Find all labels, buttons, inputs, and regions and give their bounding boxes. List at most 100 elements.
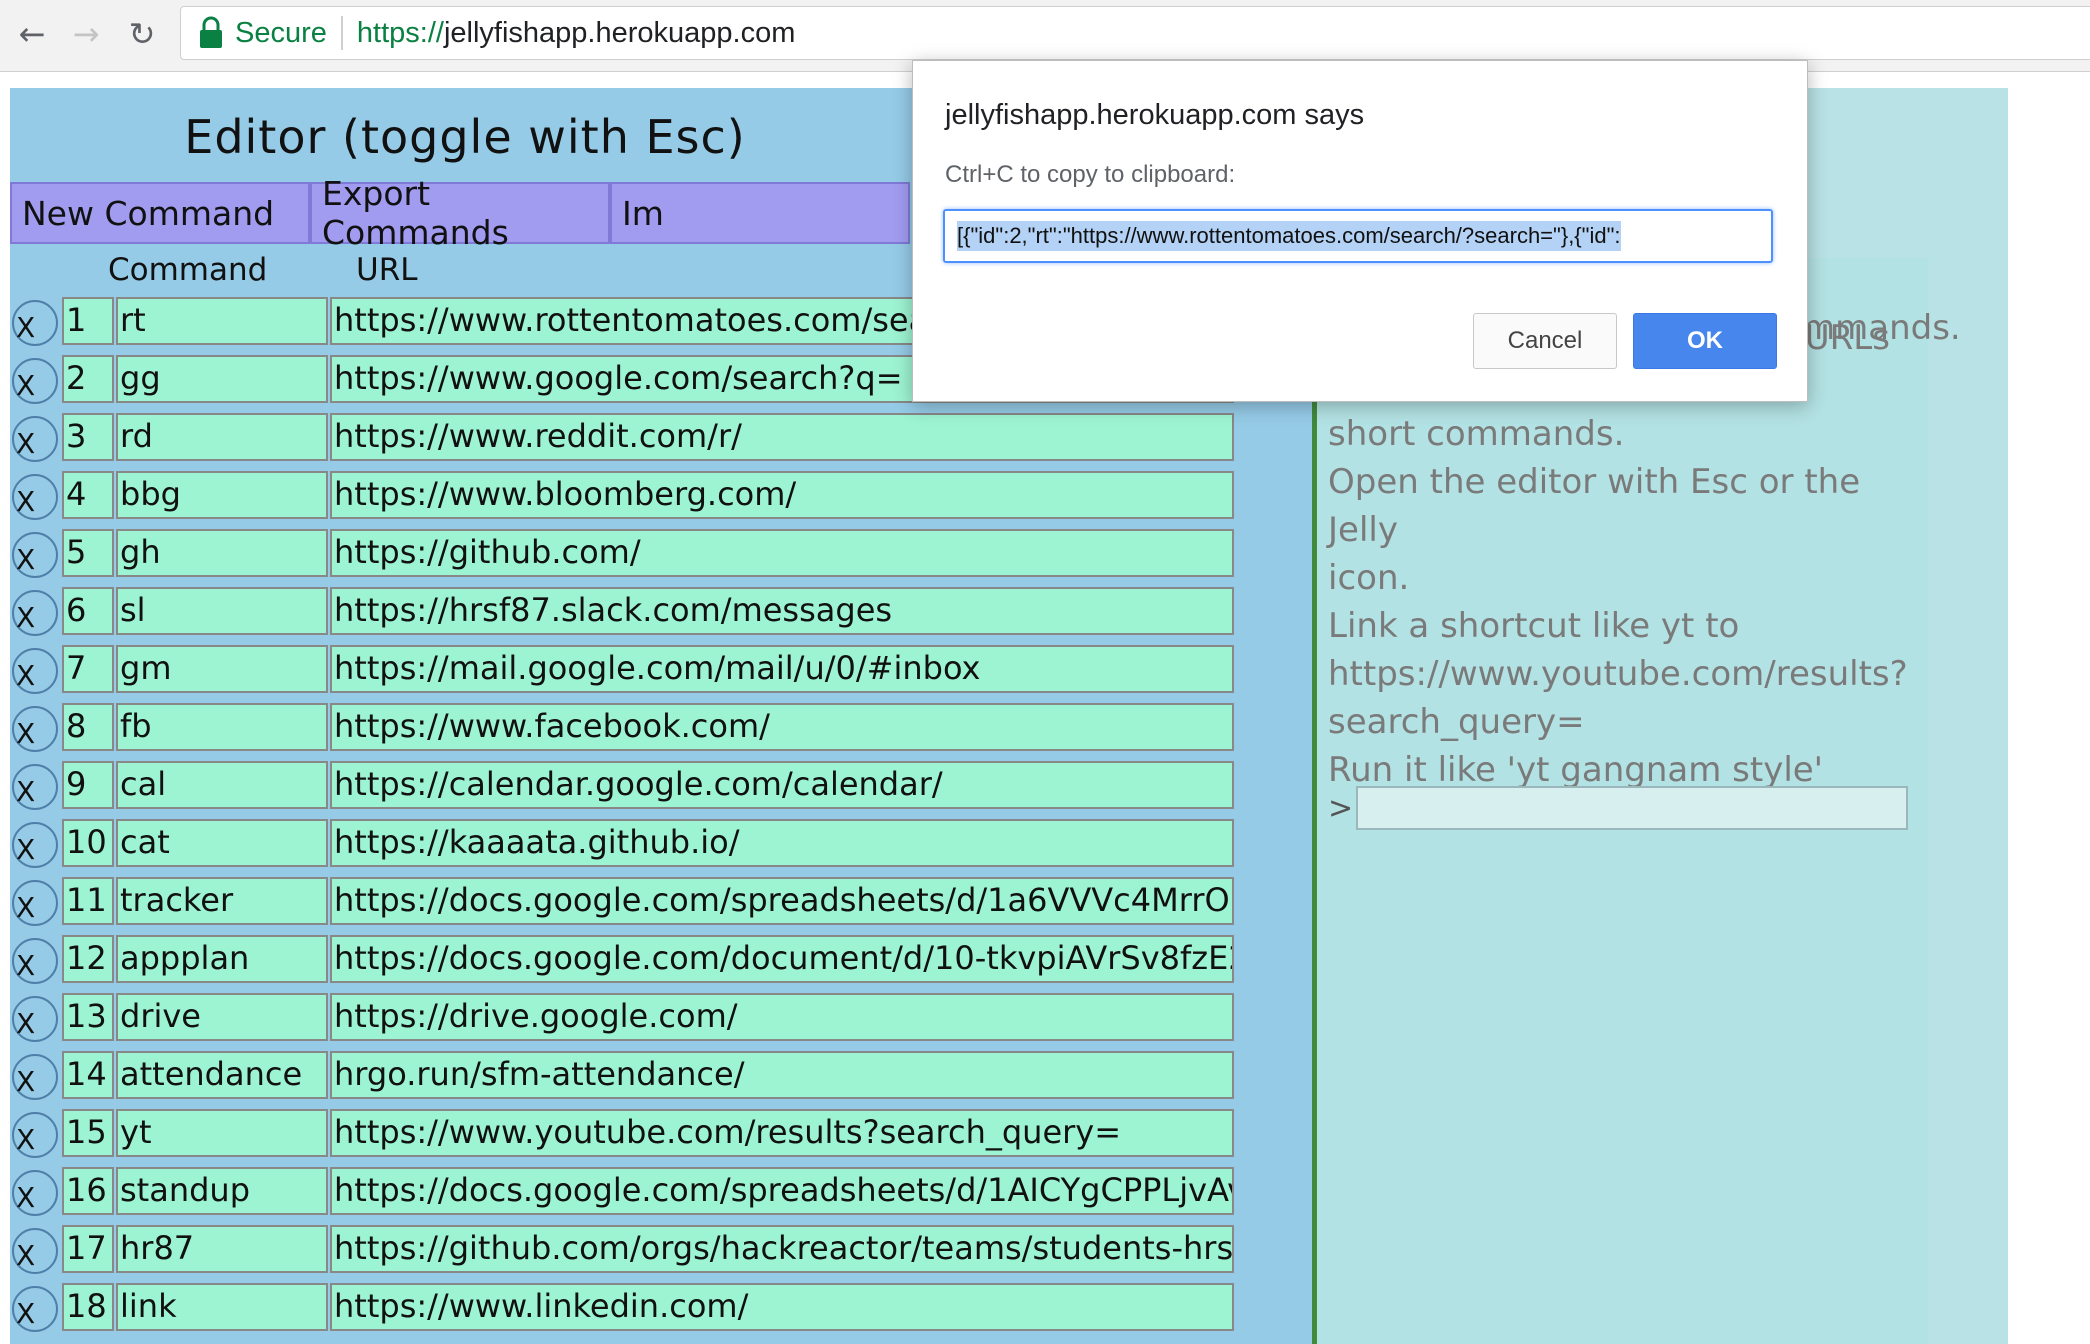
command-id: 18 xyxy=(62,1283,114,1331)
command-name-field[interactable]: link xyxy=(116,1283,328,1331)
delete-command-button[interactable]: X xyxy=(12,416,58,462)
prompt-dialog: jellyfishapp.herokuapp.com says Ctrl+C t… xyxy=(912,60,1808,402)
command-name-field[interactable]: appplan xyxy=(116,935,328,983)
address-separator xyxy=(340,16,343,50)
delete-command-button[interactable]: X xyxy=(12,1054,58,1100)
command-row: X 10 cat https://kaaaata.github.io/ xyxy=(10,816,1235,874)
address-bar[interactable]: Secure https:// jellyfishapp.herokuapp.c… xyxy=(180,6,2090,60)
delete-command-button[interactable]: X xyxy=(12,300,58,346)
command-id: 17 xyxy=(62,1225,114,1273)
secure-label: Secure xyxy=(235,16,327,49)
delete-command-button[interactable]: X xyxy=(12,822,58,868)
panel-divider xyxy=(1312,330,1317,1344)
command-name-field[interactable]: drive xyxy=(116,993,328,1041)
command-url-field[interactable]: https://www.reddit.com/r/ xyxy=(330,413,1234,461)
command-name-field[interactable]: rt xyxy=(116,297,328,345)
delete-command-button[interactable]: X xyxy=(12,1170,58,1216)
command-id: 10 xyxy=(62,819,114,867)
ok-button[interactable]: OK xyxy=(1633,313,1777,369)
command-url-field[interactable]: https://www.facebook.com/ xyxy=(330,703,1234,751)
help-line: search_query= xyxy=(1328,702,1585,742)
command-id: 16 xyxy=(62,1167,114,1215)
forward-icon[interactable]: → xyxy=(66,14,106,54)
command-id: 3 xyxy=(62,413,114,461)
command-prompt: > xyxy=(1328,786,1908,830)
command-name-field[interactable]: tracker xyxy=(116,877,328,925)
help-panel: mmands. With Jelly, you can link web URL… xyxy=(1318,258,1961,1344)
dialog-text-field[interactable]: [{"id":2,"rt":"https://www.rottentomatoe… xyxy=(943,209,1773,263)
delete-command-button[interactable]: X xyxy=(12,1228,58,1274)
delete-command-button[interactable]: X xyxy=(12,474,58,520)
command-name-field[interactable]: cal xyxy=(116,761,328,809)
prompt-symbol: > xyxy=(1328,790,1354,826)
command-list: X 1 rt https://www.rottentomatoes.com/searc… xyxy=(10,294,1235,1338)
command-name-field[interactable]: gg xyxy=(116,355,328,403)
command-row: X 16 standup https://docs.google.com/spread… xyxy=(10,1164,1235,1222)
delete-command-button[interactable]: X xyxy=(12,880,58,926)
command-name-field[interactable]: fb xyxy=(116,703,328,751)
back-icon[interactable]: ← xyxy=(12,14,52,54)
command-row: X 13 drive https://drive.google.com/ xyxy=(10,990,1235,1048)
new-command-button[interactable]: New Command xyxy=(10,182,310,244)
delete-command-button[interactable]: X xyxy=(12,706,58,752)
command-url-field[interactable]: https://mail.google.com/mail/u/0/#inbox xyxy=(330,645,1234,693)
reload-icon[interactable]: ↻ xyxy=(122,14,162,54)
command-name-field[interactable]: bbg xyxy=(116,471,328,519)
command-url-field[interactable]: https://docs.google.com/spreadsheets/d/1… xyxy=(330,1167,1234,1215)
command-row: X 3rd https://www.reddit.com/r/ xyxy=(10,410,1235,468)
command-url-field[interactable]: hrgo.run/sfm-attendance/ xyxy=(330,1051,1234,1099)
command-row: X 14 attendance hrgo.run/sfm-attendance/ xyxy=(10,1048,1235,1106)
command-row: X 5 gh https://github.com/ xyxy=(10,526,1235,584)
command-name-field[interactable]: gh xyxy=(116,529,328,577)
delete-command-button[interactable]: X xyxy=(12,1112,58,1158)
command-name-field[interactable]: rd xyxy=(116,413,328,461)
command-row: X 15 yt https://www.youtube.com/results?sea… xyxy=(10,1106,1235,1164)
command-url-field[interactable]: https://docs.google.com/document/d/10-tk… xyxy=(330,935,1234,983)
command-row: X 8 fb https://www.facebook.com/ xyxy=(10,700,1235,758)
command-url-field[interactable]: https://drive.google.com/ xyxy=(330,993,1234,1041)
dialog-title: jellyfishapp.herokuapp.com says xyxy=(945,99,1365,131)
delete-command-button[interactable]: X xyxy=(12,764,58,810)
cancel-button[interactable]: Cancel xyxy=(1473,313,1617,369)
dialog-selected-text: [{"id":2,"rt":"https://www.rottentomatoe… xyxy=(957,221,1621,251)
help-line: https://www.youtube.com/results? xyxy=(1328,654,1908,694)
command-id: 12 xyxy=(62,935,114,983)
command-id: 13 xyxy=(62,993,114,1041)
command-row: X 6 sl https://hrsf87.slack.com/messages xyxy=(10,584,1235,642)
command-name-field[interactable]: attendance xyxy=(116,1051,328,1099)
command-name-field[interactable]: standup xyxy=(116,1167,328,1215)
import-commands-button[interactable]: Im xyxy=(610,182,910,244)
delete-command-button[interactable]: X xyxy=(12,532,58,578)
delete-command-button[interactable]: X xyxy=(12,358,58,404)
command-row: X 7 gm https://mail.google.com/mail/u/0/#in… xyxy=(10,642,1235,700)
command-url-field[interactable]: https://kaaaata.github.io/ xyxy=(330,819,1234,867)
command-name-field[interactable]: hr87 xyxy=(116,1225,328,1273)
help-line: icon. xyxy=(1328,558,1410,598)
command-id: 7 xyxy=(62,645,114,693)
command-url-field[interactable]: https://hrsf87.slack.com/messages xyxy=(330,587,1234,635)
delete-command-button[interactable]: X xyxy=(12,590,58,636)
command-column-header: Command xyxy=(108,252,268,288)
command-id: 11 xyxy=(62,877,114,925)
command-url-field[interactable]: https://docs.google.com/spreadsheets/d/1… xyxy=(330,877,1234,925)
command-url-field[interactable]: https://github.com/orgs/hackreactor/team… xyxy=(330,1225,1234,1273)
command-name-field[interactable]: cat xyxy=(116,819,328,867)
command-row: X 9 cal https://calendar.google.com/calenda… xyxy=(10,758,1235,816)
command-name-field[interactable]: yt xyxy=(116,1109,328,1157)
delete-command-button[interactable]: X xyxy=(12,1286,58,1332)
command-url-field[interactable]: https://calendar.google.com/calendar/ xyxy=(330,761,1234,809)
command-row: X 12 appplan https://docs.google.com/docume… xyxy=(10,932,1235,990)
command-name-field[interactable]: sl xyxy=(116,587,328,635)
delete-command-button[interactable]: X xyxy=(12,938,58,984)
delete-command-button[interactable]: X xyxy=(12,996,58,1042)
command-url-field[interactable]: https://www.bloomberg.com/ xyxy=(330,471,1234,519)
export-commands-button[interactable]: Export Commands xyxy=(310,174,610,252)
dialog-message: Ctrl+C to copy to clipboard: xyxy=(945,161,1236,188)
command-url-field[interactable]: https://www.youtube.com/results?search_q… xyxy=(330,1109,1234,1157)
command-url-field[interactable]: https://github.com/ xyxy=(330,529,1234,577)
command-url-field[interactable]: https://www.linkedin.com/ xyxy=(330,1283,1234,1331)
command-input[interactable] xyxy=(1356,786,1908,830)
delete-command-button[interactable]: X xyxy=(12,648,58,694)
command-name-field[interactable]: gm xyxy=(116,645,328,693)
url-scheme: https:// xyxy=(356,16,444,49)
